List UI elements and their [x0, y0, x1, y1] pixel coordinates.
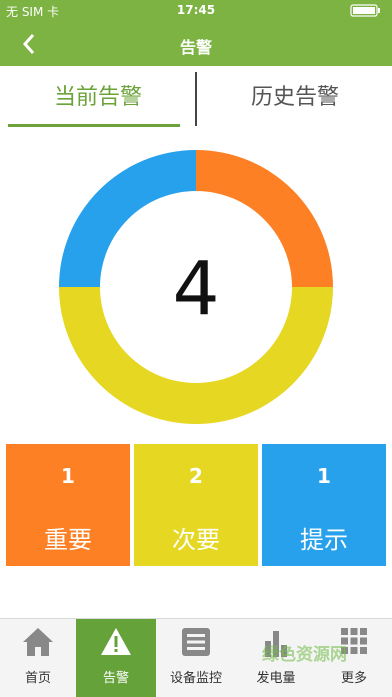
- status-bar: 无 SIM 卡 17:45: [0, 0, 392, 22]
- watermark-logo: 绿色资源网: [262, 645, 347, 665]
- tab-divider: [195, 72, 197, 126]
- tabbar-item-device-monitor[interactable]: 设备监控: [156, 619, 236, 697]
- status-time: 17:45: [176, 3, 216, 17]
- card-hint-label: 提示: [300, 526, 348, 554]
- battery-icon: [350, 3, 384, 20]
- total-alarm-count: 4: [172, 246, 220, 332]
- tabbar-item-alarm[interactable]: 告警: [76, 619, 156, 697]
- tabbar-label-home: 首页: [24, 671, 51, 686]
- warning-icon: [101, 628, 131, 655]
- tabbar-label-device-monitor: 设备监控: [169, 671, 222, 686]
- page-title: 告警: [179, 38, 212, 57]
- tabbar-label-generation: 发电量: [256, 671, 296, 686]
- alarm-cards: 1 重要 2 次要 1 提示: [0, 444, 392, 566]
- nav-bar: 告警: [0, 22, 392, 66]
- card-hint-count: 1: [317, 464, 331, 488]
- card-minor[interactable]: 2 次要: [134, 444, 258, 566]
- tab-current-alarms[interactable]: 当前告警: [0, 66, 196, 130]
- card-major-label: 重要: [44, 526, 92, 554]
- card-hint[interactable]: 1 提示: [262, 444, 386, 566]
- active-tab-indicator: [8, 124, 180, 127]
- card-minor-count: 2: [189, 464, 203, 488]
- tab-history-alarms[interactable]: 历史告警: [198, 66, 392, 130]
- tabbar-item-home[interactable]: 首页: [0, 619, 76, 697]
- card-major[interactable]: 1 重要: [6, 444, 130, 566]
- card-minor-label: 次要: [172, 526, 220, 554]
- tabbar-label-alarm: 告警: [102, 671, 129, 686]
- tabbar-label-more: 更多: [340, 671, 367, 686]
- list-icon: [182, 628, 210, 656]
- card-major-count: 1: [61, 464, 75, 488]
- alarm-tabs: 当前告警 历史告警: [0, 66, 392, 130]
- home-icon: [23, 628, 53, 656]
